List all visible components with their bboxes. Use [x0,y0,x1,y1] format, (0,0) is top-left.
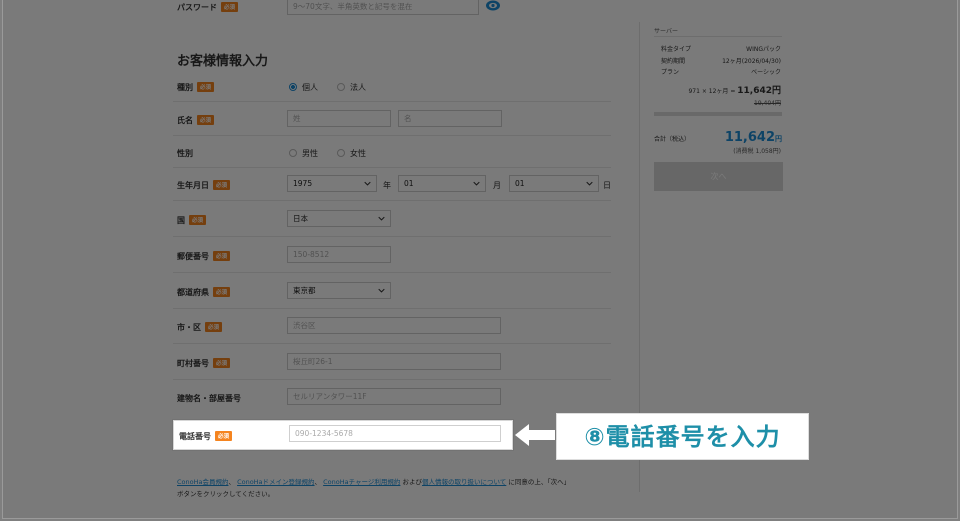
birth-month-select[interactable]: 01 [398,175,486,192]
name-label: 氏名 必須 [177,115,215,126]
required-badge: 必須 [213,358,231,368]
total-price: 11,642円 [724,130,782,145]
gender-label: 性別 [177,149,193,158]
radio-icon [289,149,297,157]
first-name-input[interactable]: 名 [398,110,502,127]
summary-key: プラン [661,69,680,76]
section-title: お客様情報入力 [177,54,269,69]
privacy-link[interactable]: 個人情報の取り扱いについて [422,478,506,486]
agreement-text: ConoHa会員規約、 ConoHaドメイン登録規約、 ConoHaチャージ利用… [177,478,571,498]
terms-link[interactable]: ConoHa会員規約 [177,478,228,486]
radio-individual[interactable]: 個人 [289,82,318,93]
divider [173,200,611,201]
city-input[interactable]: 渋谷区 [287,317,501,334]
required-badge: 必須 [213,251,231,261]
postal-input[interactable]: 150-8512 [287,246,391,263]
divider [173,101,611,102]
domain-terms-link[interactable]: ConoHaドメイン登録規約 [237,478,314,486]
town-input[interactable]: 桜丘町26-1 [287,353,501,370]
step-callout: ⑧電話番号を入力 [556,413,809,460]
divider [173,236,611,237]
last-name-input[interactable]: 姓 [287,110,391,127]
divider [173,272,611,273]
divider [654,112,782,116]
original-price: 19,404円 [754,100,781,107]
building-label: 建物名・部屋番号 [177,394,241,403]
radio-female[interactable]: 女性 [337,148,366,159]
divider [173,308,611,309]
chevron-down-icon [364,181,371,186]
arrow-left-icon [515,424,555,446]
country-label: 国必須 [177,215,207,226]
charge-terms-link[interactable]: ConoHaチャージ利用規約 [323,478,400,486]
summary-header: サーバー [654,28,678,35]
day-unit: 日 [603,181,611,190]
postal-label: 郵便番号 必須 [177,251,231,262]
radio-icon [337,149,345,157]
required-badge: 必須 [221,2,239,12]
phone-input[interactable]: 090-1234-5678 [289,425,501,442]
chevron-down-icon [378,288,385,293]
signup-page: パスワード 必須 9〜70文字、半角英数と記号を混在 お客様情報入力 種別 必須 個… [2,0,958,519]
birth-day-select[interactable]: 01 [509,175,599,192]
total-label: 合計（税込） [654,136,691,143]
radio-icon [337,83,345,91]
eye-icon[interactable] [485,0,501,11]
divider [173,379,611,380]
divider [654,36,782,37]
divider [173,167,611,168]
required-badge: 必須 [215,431,233,441]
required-badge: 必須 [189,215,207,225]
prefecture-select[interactable]: 東京都 [287,282,391,299]
birthdate-label: 生年月日 必須 [177,180,231,191]
summary-value: 12ヶ月(2026/04/30) [722,58,781,65]
required-badge: 必須 [213,180,231,190]
year-unit: 年 [383,181,391,190]
month-unit: 月 [493,181,501,190]
birth-year-select[interactable]: 1975 [287,175,377,192]
required-badge: 必須 [197,82,215,92]
required-badge: 必須 [197,115,215,125]
chevron-down-icon [378,216,385,221]
summary-value: WINGパック [746,46,781,53]
radio-male[interactable]: 男性 [289,148,318,159]
divider [173,135,611,136]
summary-key: 料金タイプ [661,46,692,53]
next-button[interactable]: 次へ [654,162,783,191]
required-badge: 必須 [213,287,231,297]
chevron-down-icon [473,181,480,186]
tax-note: (消費税 1,058円) [733,148,781,155]
divider [173,343,611,344]
required-badge: 必須 [205,322,223,332]
phone-label: 電話番号 必須 [179,431,233,442]
town-label: 町村番号 必須 [177,358,231,369]
radio-checked-icon [289,83,297,91]
type-label: 種別 必須 [177,82,215,93]
summary-value: ベーシック [751,69,781,76]
price-calc: 971 × 12ヶ月 = 11,642円 [688,86,781,96]
password-label: パスワード 必須 [177,2,239,13]
country-select[interactable]: 日本 [287,210,391,227]
summary-key: 契約期間 [661,58,686,65]
chevron-down-icon [586,181,593,186]
radio-corporate[interactable]: 法人 [337,82,366,93]
building-input[interactable]: セルリアンタワー11F [287,388,501,405]
city-label: 市・区 必須 [177,322,223,333]
prefecture-label: 都道府県 必須 [177,287,231,298]
password-input[interactable]: 9〜70文字、半角英数と記号を混在 [287,0,479,15]
